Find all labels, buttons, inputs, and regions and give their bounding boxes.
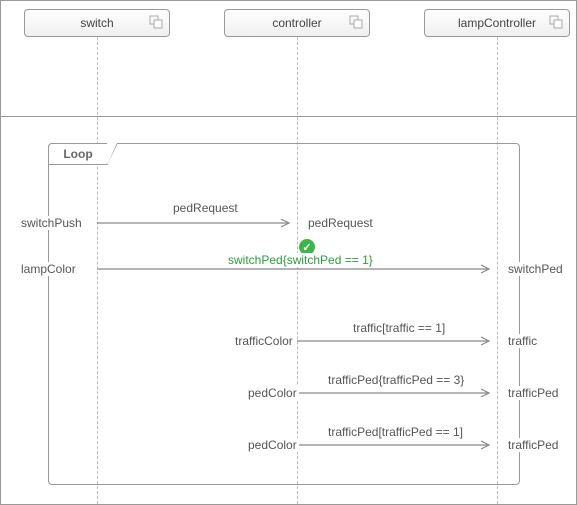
separator-line	[1, 116, 576, 117]
arrow-trafficped1[interactable]	[297, 441, 497, 449]
loop-tab: Loop	[48, 143, 108, 165]
lifeline-switch[interactable]: switch	[24, 9, 170, 37]
arrow-trafficped3[interactable]	[297, 389, 497, 397]
lifeline-controller[interactable]: controller	[224, 9, 370, 37]
gate-label: trafficPed	[506, 386, 560, 400]
message-label: trafficPed[trafficPed == 1]	[326, 425, 465, 439]
lifeline-lampcontroller[interactable]: lampController	[424, 9, 570, 37]
lifeline-icon	[549, 15, 563, 32]
from-role-label: trafficColor	[233, 334, 295, 348]
message-label: pedRequest	[171, 201, 240, 215]
message-label: trafficPed{trafficPed == 3}	[326, 373, 466, 387]
lifeline-label: controller	[272, 16, 321, 30]
sequence-diagram: switch controller lampController Loop pe…	[0, 0, 577, 505]
gate-label: lampColor	[19, 262, 78, 276]
gate-label: switchPed	[506, 262, 565, 276]
arriving-label: pedRequest	[306, 216, 375, 230]
lifeline-icon	[349, 15, 363, 32]
lifeline-label: switch	[80, 16, 113, 30]
from-role-label: pedColor	[246, 386, 299, 400]
arrow-traffic[interactable]	[297, 337, 497, 345]
arrow-pedrequest[interactable]	[97, 219, 297, 227]
lifeline-icon	[149, 15, 163, 32]
from-role-label: pedColor	[246, 438, 299, 452]
gate-label: traffic	[506, 334, 539, 348]
message-label: traffic[traffic == 1]	[351, 321, 447, 335]
message-label-highlight: switchPed{switchPed == 1}	[226, 253, 375, 267]
gate-label: switchPush	[19, 216, 84, 230]
gate-label: trafficPed	[506, 438, 560, 452]
lifeline-label: lampController	[458, 16, 536, 30]
loop-label: Loop	[63, 147, 92, 161]
